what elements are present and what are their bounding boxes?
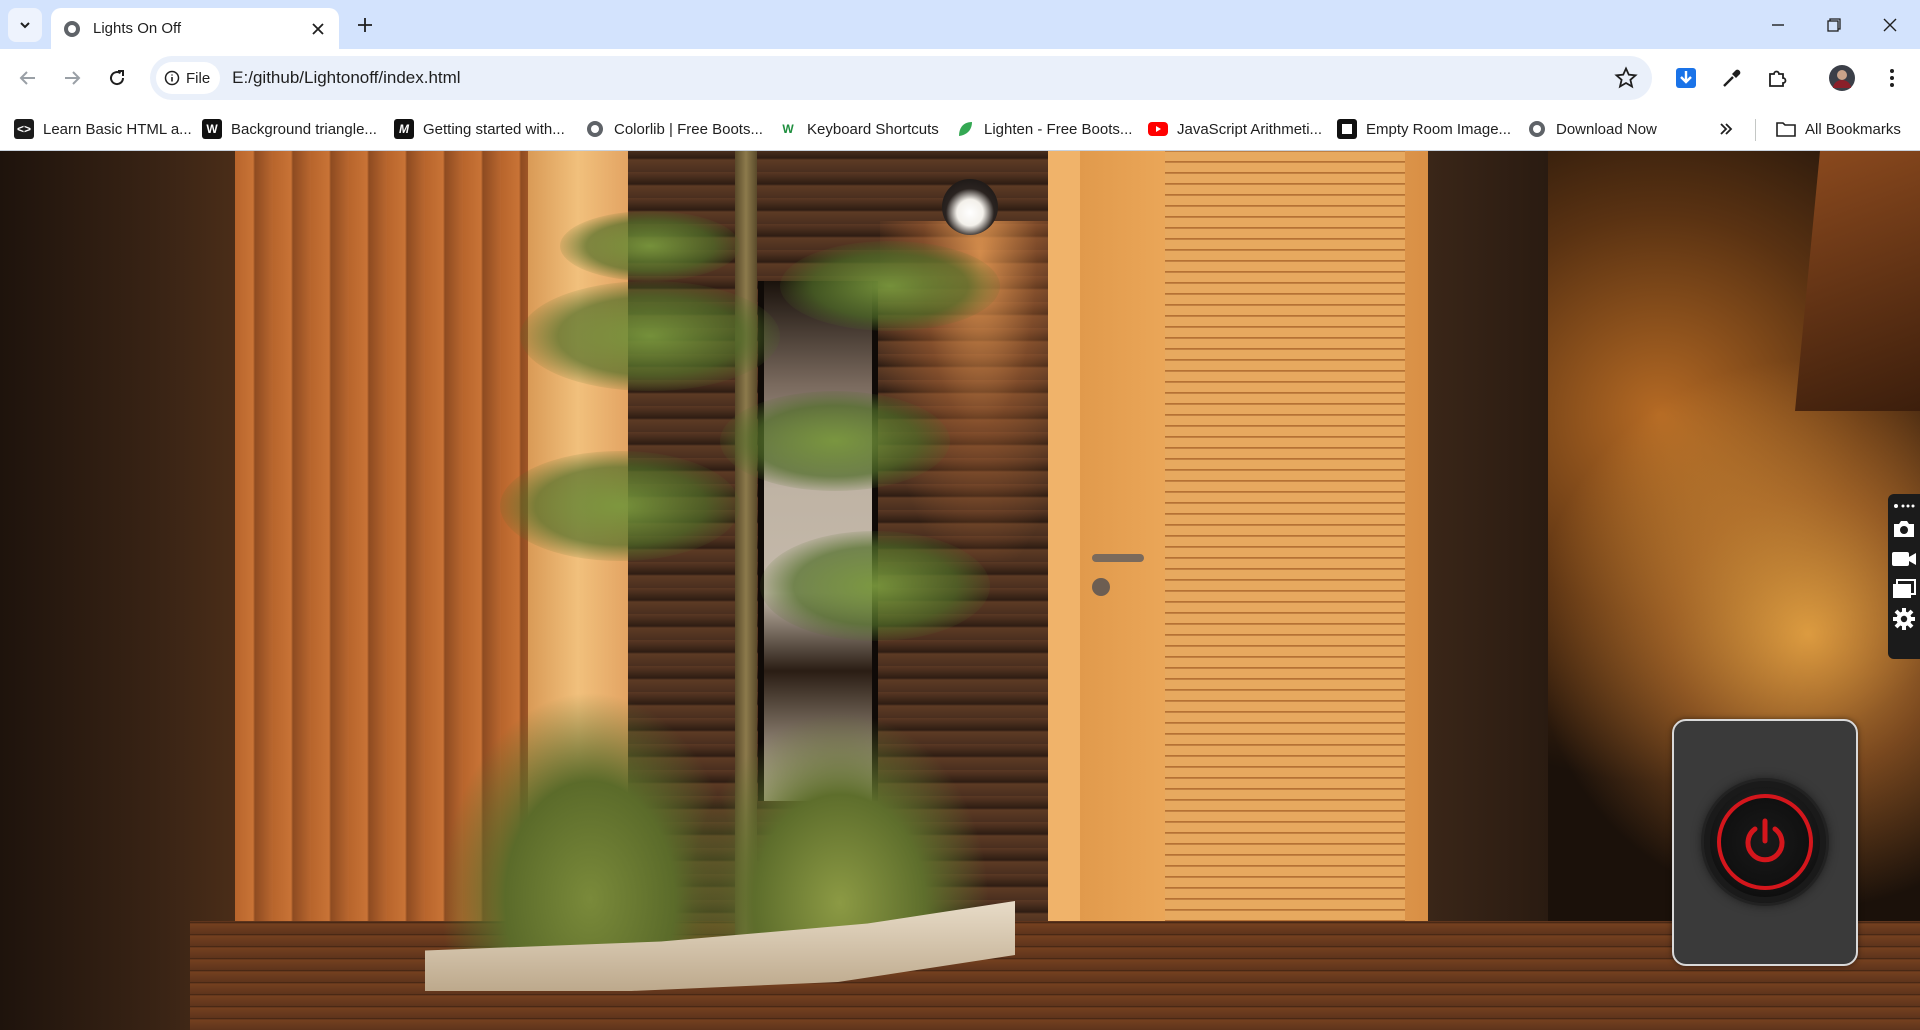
bookmark-item[interactable]: <> Learn Basic HTML a... [14, 117, 192, 141]
globe-icon [64, 20, 80, 37]
minimize-icon [1772, 23, 1784, 26]
light-switch-panel [1672, 719, 1858, 966]
eyedropper-icon [1723, 69, 1741, 87]
bookmark-label: Keyboard Shortcuts [807, 120, 939, 138]
bookmark-label: Background triangle... [231, 120, 377, 138]
capture-toolbar [1888, 494, 1920, 659]
page-viewport [0, 151, 1920, 1030]
bookmark-label: Colorlib | Free Boots... [614, 120, 763, 138]
m-icon: M [394, 119, 414, 139]
eyedropper-extension-button[interactable] [1715, 61, 1749, 95]
bookmark-item[interactable]: Lighten - Free Boots... [955, 117, 1132, 141]
bookmark-label: Learn Basic HTML a... [43, 120, 192, 138]
bookmarks-bar: <> Learn Basic HTML a... W Background tr… [0, 107, 1920, 151]
browser-toolbar: File E:/github/Lightonoff/index.html [0, 49, 1920, 107]
address-bar[interactable]: File E:/github/Lightonoff/index.html [150, 56, 1652, 100]
minimize-button[interactable] [1750, 0, 1806, 49]
gallery-icon [1893, 579, 1916, 598]
close-icon [312, 22, 324, 35]
restore-icon [1827, 17, 1841, 32]
plus-icon [358, 18, 372, 32]
back-button[interactable] [11, 61, 45, 95]
avatar-icon [1829, 65, 1855, 91]
reload-button[interactable] [100, 61, 134, 95]
bookmark-item[interactable]: JavaScript Arithmeti... [1148, 117, 1322, 141]
bookmark-label: Empty Room Image... [1366, 120, 1512, 138]
door-handle [1092, 554, 1144, 562]
restore-button[interactable] [1806, 0, 1862, 49]
profile-avatar[interactable] [1825, 61, 1859, 95]
globe-icon [585, 119, 605, 139]
reload-icon [110, 70, 125, 86]
folder-icon [1776, 119, 1796, 139]
close-tab-button[interactable] [307, 18, 329, 40]
arrow-right-icon [65, 71, 81, 85]
bookmark-star-icon[interactable] [1614, 66, 1638, 90]
power-ring [1717, 794, 1813, 890]
bookmark-label: Lighten - Free Boots... [984, 120, 1133, 138]
toolbar-menu-button[interactable] [1890, 498, 1918, 514]
arrow-left-icon [19, 71, 35, 85]
bookmark-item[interactable]: Empty Room Image... [1337, 117, 1511, 141]
scheme-label: File [186, 69, 211, 87]
active-tab[interactable]: Lights On Off [51, 8, 339, 49]
tab-strip: Lights On Off [0, 0, 1920, 49]
gallery-button[interactable] [1890, 574, 1918, 604]
tab-search-button[interactable] [8, 8, 42, 42]
puzzle-icon [1769, 70, 1787, 87]
new-tab-button[interactable] [352, 12, 378, 38]
info-icon [164, 70, 180, 86]
record-video-button[interactable] [1890, 544, 1918, 574]
bookmark-item[interactable]: M Getting started with... [394, 117, 565, 141]
video-camera-icon [1892, 552, 1916, 566]
chevron-down-icon [20, 22, 30, 29]
settings-button[interactable] [1890, 604, 1918, 634]
more-horiz-icon [1894, 504, 1915, 508]
bookmark-label: JavaScript Arithmeti... [1177, 120, 1323, 138]
square-icon [1337, 119, 1357, 139]
url-text[interactable]: E:/github/Lightonoff/index.html [232, 68, 460, 88]
power-button[interactable] [1704, 781, 1826, 903]
all-bookmarks-label: All Bookmarks [1805, 120, 1901, 138]
download-button[interactable] [1669, 61, 1703, 95]
more-vert-icon [1890, 69, 1894, 87]
extensions-button[interactable] [1760, 61, 1794, 95]
leaf-icon [955, 119, 975, 139]
bookmarks-divider [1755, 119, 1756, 141]
menu-button[interactable] [1875, 61, 1909, 95]
camera-icon [1894, 521, 1914, 537]
w-icon: W [202, 119, 222, 139]
bookmark-item[interactable]: Download Now [1527, 117, 1657, 141]
bookmark-label: Getting started with... [423, 120, 565, 138]
bookmark-label: Download Now [1556, 120, 1657, 138]
bookmark-item[interactable]: W Keyboard Shortcuts [778, 117, 939, 141]
site-info-chip[interactable]: File [156, 62, 221, 94]
globe-icon [1527, 119, 1547, 139]
tab-title: Lights On Off [93, 20, 182, 37]
youtube-icon [1148, 119, 1168, 139]
bookmark-item[interactable]: W Background triangle... [202, 117, 377, 141]
w-green-icon: W [782, 122, 794, 136]
bookmark-item[interactable]: Colorlib | Free Boots... [585, 117, 763, 141]
gear-icon [1893, 608, 1915, 630]
window-close-button[interactable] [1862, 0, 1918, 49]
close-icon [1883, 18, 1897, 31]
forward-button[interactable] [55, 61, 89, 95]
download-icon [1676, 68, 1696, 88]
wall-lamp [942, 179, 998, 235]
code-icon: <> [14, 119, 34, 139]
all-bookmarks-button[interactable]: All Bookmarks [1776, 117, 1901, 141]
more-bookmarks-button[interactable] [1718, 117, 1734, 141]
screenshot-button[interactable] [1890, 514, 1918, 544]
chevron-double-right-icon [1720, 123, 1733, 135]
power-icon [1745, 818, 1785, 863]
